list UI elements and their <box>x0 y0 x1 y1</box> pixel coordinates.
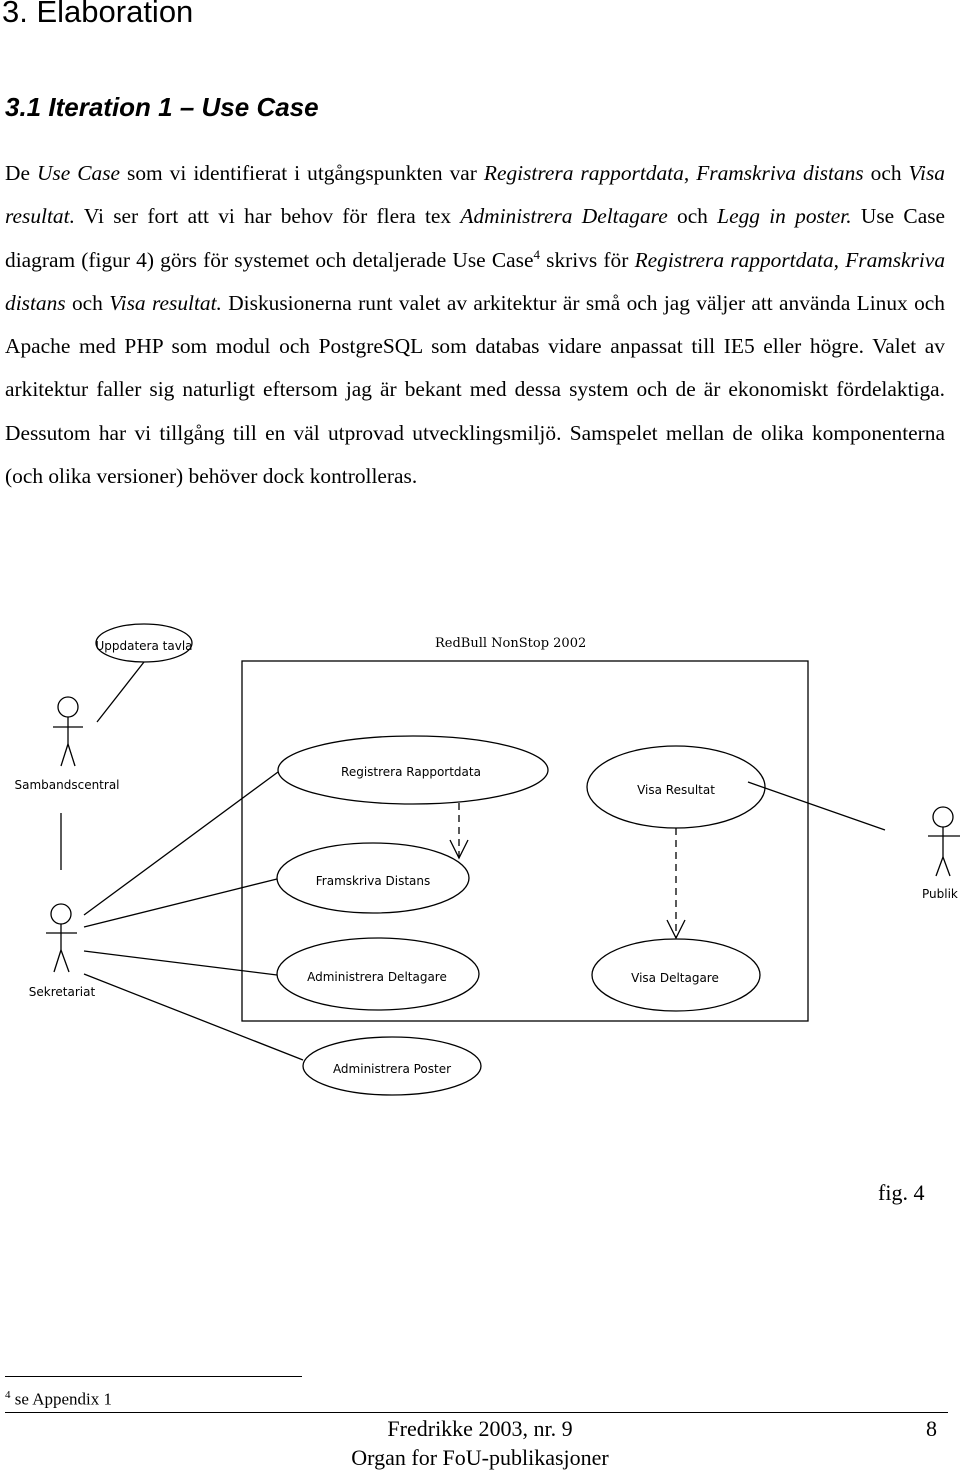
text-run: och <box>65 290 110 315</box>
text-run: skrivs för <box>539 247 635 272</box>
use-case-diagram: RedBull NonStop 2002 Uppdatera tavla Sam… <box>14 623 960 1096</box>
footnote-text: se Appendix 1 <box>10 1389 113 1409</box>
footer-publication: Fredrikke 2003, nr. 9 <box>387 1416 573 1441</box>
italic-term: Framskriva distans <box>696 161 864 185</box>
italic-term: Visa resultat. <box>109 290 222 315</box>
footnote: 4 se Appendix 1 <box>5 1389 112 1410</box>
text-run: , <box>683 161 697 185</box>
footer-organ: Organ for FoU-publikasjoner <box>351 1445 609 1470</box>
footer-divider <box>5 1412 948 1413</box>
use-case-label: Visa Deltagare <box>631 971 719 985</box>
actor-label: Publik <box>922 887 958 901</box>
text-run: Vi ser fort att vi har behov för flera t… <box>74 204 461 229</box>
text-run: De <box>5 161 37 185</box>
actor-publik-icon <box>928 806 960 877</box>
text-run: och <box>863 161 909 185</box>
use-case-label: Uppdatera tavla <box>95 639 192 653</box>
use-case-label: Visa Resultat <box>637 783 715 797</box>
section-heading: 3. Elaboration <box>2 0 194 29</box>
text-run: Diskusionerna runt valet av arkitektur ä… <box>5 290 945 489</box>
italic-term: Registrera rapportdata <box>634 247 834 272</box>
footnote-divider <box>5 1376 302 1377</box>
association-lines <box>60 661 886 1061</box>
actor-sekretariat-icon <box>46 903 77 973</box>
use-case-label: Framskriva Distans <box>316 874 431 888</box>
text-run: , <box>833 247 846 272</box>
actor-label: Sambandscentral <box>14 778 119 792</box>
system-boundary <box>241 660 809 1022</box>
actor-sambandscentral-icon <box>53 696 83 767</box>
figure-caption: fig. 4 <box>878 1180 925 1205</box>
use-case-label: Administrera Poster <box>333 1062 451 1076</box>
italic-term: Use Case <box>36 161 121 185</box>
text-run: och <box>667 204 718 229</box>
use-case-label: Registrera Rapportdata <box>341 765 481 779</box>
actor-label: Sekretariat <box>29 985 96 999</box>
dependency-arrows <box>449 803 686 940</box>
use-case-label: Administrera Deltagare <box>307 970 447 984</box>
italic-term: Registrera rapportdata <box>483 161 684 185</box>
body-paragraph: De Use Case som vi identifierat i utgång… <box>5 152 945 498</box>
subsection-heading: 3.1 Iteration 1 – Use Case <box>5 92 319 122</box>
page-number: 8 <box>926 1416 937 1441</box>
system-title: RedBull NonStop 2002 <box>435 636 586 651</box>
text-run: som vi identifierat i utgångspunkten var <box>120 161 484 185</box>
italic-term: Legg in poster. <box>717 204 852 229</box>
italic-term: Administrera Deltagare <box>460 204 668 229</box>
